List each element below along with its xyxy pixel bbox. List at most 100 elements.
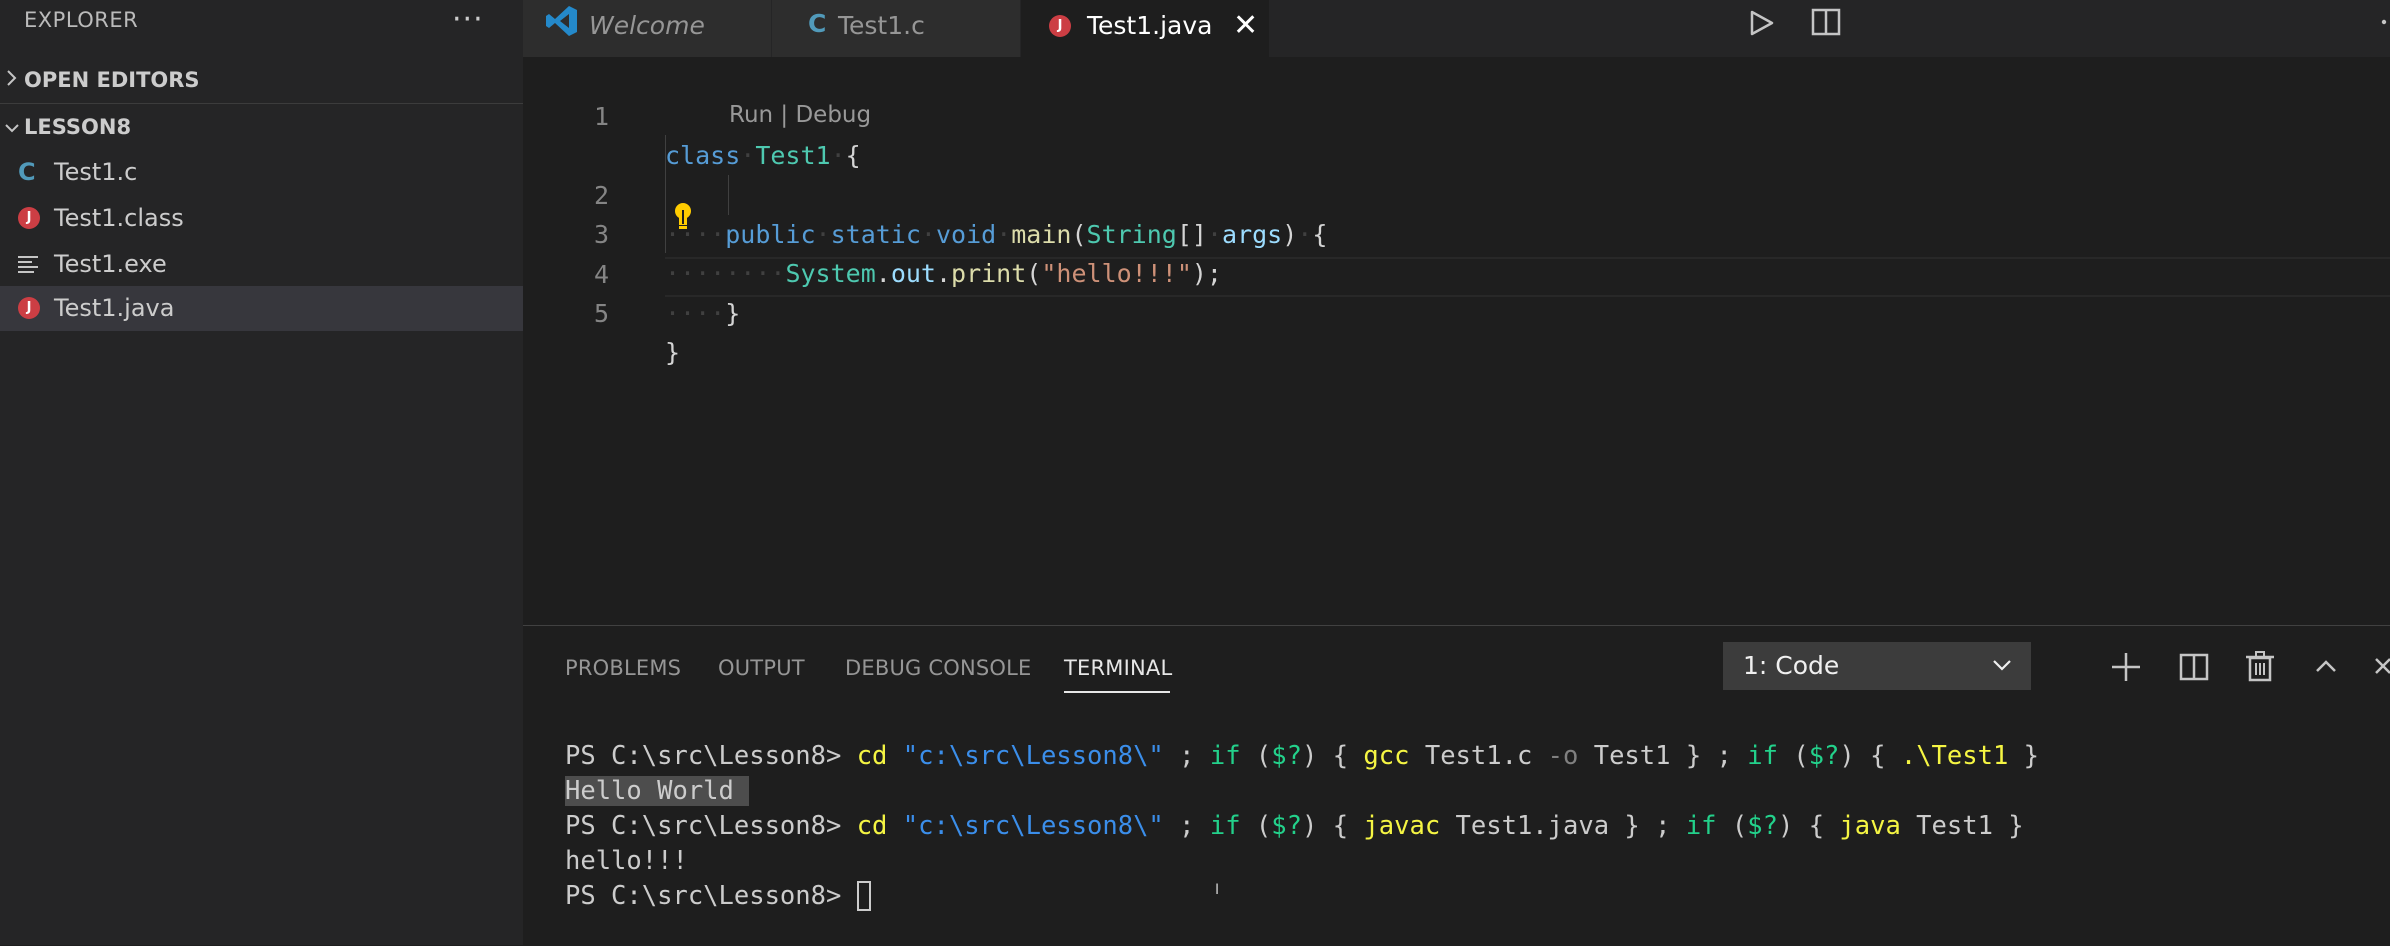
folder-lesson8[interactable]: LESSON8 (0, 105, 523, 149)
terminal-token: $? (1271, 811, 1302, 841)
terminal-token: ; (1163, 811, 1210, 841)
split-icon (2179, 653, 2209, 681)
java-file-icon: J (1049, 15, 1071, 37)
split-terminal-button[interactable] (2173, 646, 2215, 688)
terminal-token: ) { (1302, 741, 1364, 771)
terminal-token: if (1747, 741, 1778, 771)
indent-guide (665, 135, 666, 253)
tab-test1-java[interactable]: J Test1.java ✕ (1021, 0, 1270, 57)
terminal-token: "c:\src\Lesson8\" (902, 811, 1164, 841)
tab-terminal[interactable]: TERMINAL (1064, 656, 1172, 680)
terminal-token: } (2008, 741, 2040, 771)
terminal-token: .\Test1 (1900, 741, 2009, 771)
terminal-token: $? (1747, 811, 1778, 841)
terminal-token: PS C:\src\Lesson8> (565, 811, 857, 841)
terminal-cursor (856, 881, 871, 911)
open-editors-section[interactable]: OPEN EDITORS (0, 58, 523, 102)
trash-icon (2246, 651, 2274, 682)
close-icon (2375, 658, 2390, 674)
terminal-output[interactable]: PS C:\src\Lesson8> cd "c:\src\Lesson8\" … (565, 739, 2039, 914)
chevron-up-icon (2316, 660, 2336, 672)
tab-test1-c[interactable]: C Test1.c (772, 0, 1021, 57)
terminal-line: Hello World (565, 774, 2039, 809)
line-number: 5 (593, 299, 609, 328)
code-line: 3 ········System.out.print("hello!!!"); (523, 176, 2390, 288)
tab-welcome[interactable]: Welcome (523, 0, 772, 57)
java-file-icon: J (18, 207, 40, 229)
text-file-icon (18, 253, 40, 275)
file-item-test1-c[interactable]: C Test1.c (0, 150, 523, 195)
file-item-test1-exe[interactable]: Test1.exe (0, 242, 523, 287)
terminal-token: PS C:\src\Lesson8> (565, 741, 857, 771)
code-line: 1 class·Test1·{ (523, 58, 2390, 170)
open-editors-label: OPEN EDITORS (24, 68, 200, 92)
terminal-token: Test1.java } ; (1440, 811, 1686, 841)
more-icon (2381, 19, 2387, 25)
code-line: 5 } (523, 255, 2390, 367)
indent-guide (728, 175, 729, 215)
explorer-title: EXPLORER (24, 8, 139, 32)
file-label: Test1.exe (54, 250, 167, 278)
maximize-panel-button[interactable] (2305, 646, 2347, 688)
terminal-token: Test1.c (1409, 741, 1548, 771)
code-token: ···· (665, 299, 726, 328)
file-item-test1-java[interactable]: J Test1.java (0, 286, 523, 331)
c-file-icon: C (18, 158, 36, 186)
terminal-token: ( (1777, 741, 1809, 771)
tab-problems[interactable]: PROBLEMS (565, 656, 681, 680)
terminal-token: $? (1271, 741, 1302, 771)
codelens-run-debug[interactable]: Run | Debug (729, 102, 871, 128)
code-text: } (665, 333, 680, 372)
code-token: } (725, 299, 741, 328)
tab-output[interactable]: OUTPUT (718, 656, 805, 680)
more-editor-actions-button[interactable] (2366, 0, 2390, 57)
terminal-token: if (1209, 811, 1241, 841)
terminal-token: ) { (1839, 741, 1901, 771)
chevron-down-icon (0, 107, 24, 151)
terminal-line: PS C:\src\Lesson8> cd "c:\src\Lesson8\" … (565, 809, 2039, 844)
split-editor-button[interactable] (1802, 0, 1852, 57)
terminal-token: java (1839, 811, 1901, 841)
code-editor[interactable]: 1 class·Test1·{ Run | Debug 2 ····public… (523, 57, 2390, 625)
terminal-token: Test1 } (1900, 811, 2024, 841)
kill-terminal-button[interactable] (2239, 646, 2281, 688)
terminal-token: -o (1547, 741, 1579, 771)
lightbulb-icon[interactable] (673, 202, 693, 236)
vscode-logo-icon (545, 4, 579, 42)
play-icon (1750, 10, 1774, 36)
terminal-line: PS C:\src\Lesson8> cd "c:\src\Lesson8\" … (565, 739, 2039, 774)
terminal-selector[interactable]: 1: Code (1723, 642, 2031, 690)
terminal-line: PS C:\src\Lesson8> (565, 879, 2039, 914)
tab-debug-console[interactable]: DEBUG CONSOLE (845, 656, 1032, 680)
terminal-token: ( (1240, 741, 1272, 771)
tab-label: Test1.c (838, 11, 925, 40)
explorer-sidebar: EXPLORER ··· OPEN EDITORS LESSON8 C Test… (0, 0, 523, 945)
new-terminal-button[interactable] (2105, 646, 2147, 688)
terminal-selector-value: 1: Code (1743, 651, 1840, 680)
file-label: Test1.c (54, 158, 138, 186)
more-actions-icon[interactable]: ··· (452, 2, 484, 37)
code-text: ····} (665, 294, 740, 333)
terminal-token: cd (856, 811, 888, 841)
terminal-token: ) { (1302, 811, 1364, 841)
file-item-test1-class[interactable]: J Test1.class (0, 196, 523, 241)
close-tab-icon[interactable]: ✕ (1233, 8, 1258, 43)
section-divider (0, 103, 523, 104)
code-token: } (665, 338, 681, 367)
terminal-token: $? (1808, 741, 1840, 771)
file-label: Test1.class (54, 204, 184, 232)
terminal-token: ( (1240, 811, 1272, 841)
terminal-token: Hello World (565, 776, 750, 806)
terminal-token: gcc (1363, 741, 1410, 771)
terminal-token: if (1209, 741, 1241, 771)
line-number: 1 (593, 102, 609, 131)
chevron-down-icon (1991, 642, 2013, 706)
close-panel-button[interactable] (2366, 646, 2390, 688)
terminal-token: Test1 } ; (1578, 741, 1748, 771)
run-button[interactable] (1735, 0, 1785, 57)
mouse-cursor-icon: I (1215, 882, 1220, 898)
terminal-token: if (1685, 811, 1717, 841)
terminal-token: cd (856, 741, 888, 771)
terminal-token: ( (1716, 811, 1748, 841)
